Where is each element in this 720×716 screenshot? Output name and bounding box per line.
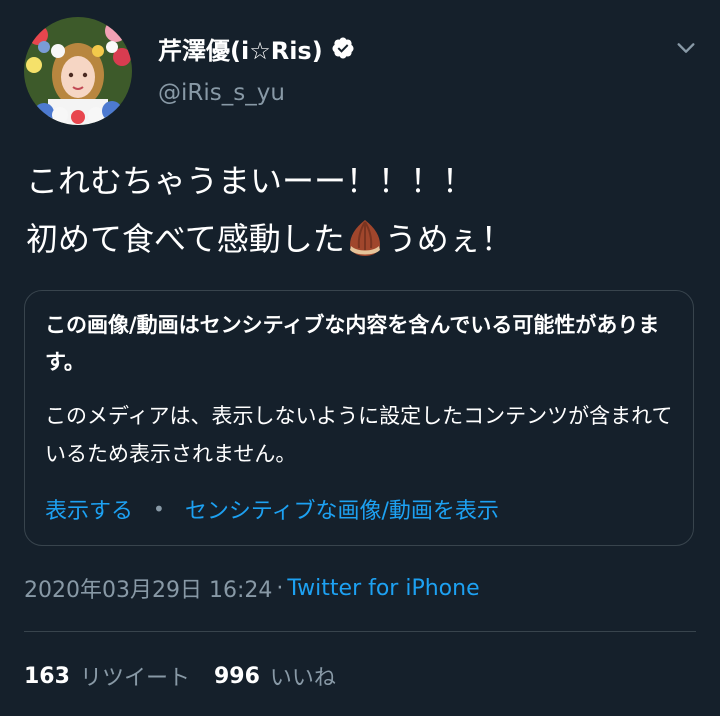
tweet-text-line-2-start: 初めて食べて感動した	[26, 220, 345, 258]
retweets-count: 163	[24, 663, 70, 689]
tweet-text: これむちゃうまいーー！！！！ 初めて食べて感動した うめぇ！	[26, 152, 706, 268]
tweet-meta: 2020年03月29日 16:24 · Twitter for iPhone	[24, 572, 480, 604]
tweet-menu-button[interactable]	[672, 34, 700, 62]
author-name-row[interactable]: 芹澤優(i☆Ris)	[158, 30, 355, 66]
display-name[interactable]: 芹澤優(i☆Ris)	[158, 31, 323, 66]
likes-count: 996	[213, 663, 260, 689]
sensitive-notice-body: このメディアは、表示しないように設定したコンテンツが含まれているため表示されませ…	[45, 404, 673, 466]
verified-badge-icon	[331, 36, 355, 60]
chestnut-emoji-icon	[347, 218, 383, 258]
tweet-timestamp[interactable]: 2020年03月29日 16:24	[24, 572, 272, 604]
avatar-image	[24, 17, 132, 125]
show-media-link[interactable]: 表示する	[45, 493, 133, 525]
action-separator: •	[153, 497, 165, 521]
avatar[interactable]	[24, 17, 132, 125]
tweet-text-line-2-end: うめぇ！	[384, 220, 513, 258]
meta-separator: ·	[276, 575, 284, 601]
retweets-stat[interactable]: 163 リツイート	[24, 660, 214, 692]
user-handle[interactable]: @iRis_s_yu	[158, 80, 285, 106]
tweet-text-line-2: 初めて食べて感動した うめぇ！	[26, 210, 706, 268]
show-sensitive-media-link[interactable]: センシティブな画像/動画を表示	[185, 493, 499, 525]
sensitive-notice-actions: 表示する • センシティブな画像/動画を表示	[45, 493, 499, 525]
sensitive-media-notice: この画像/動画はセンシティブな内容を含んでいる可能性があります。 このメディアは…	[24, 290, 694, 546]
tweet-text-line-1: これむちゃうまいーー！！！！	[26, 162, 475, 200]
likes-stat[interactable]: 996 いいね	[214, 660, 360, 692]
tweet-stats: 163 リツイート 996 いいね	[24, 660, 360, 692]
tweet-source-link[interactable]: Twitter for iPhone	[287, 576, 479, 601]
divider	[24, 631, 696, 632]
sensitive-notice-title: この画像/動画はセンシティブな内容を含んでいる可能性があります。	[45, 313, 660, 374]
likes-label: いいね	[269, 666, 336, 691]
chevron-down-icon	[677, 43, 695, 53]
retweets-label: リツイート	[79, 666, 190, 691]
